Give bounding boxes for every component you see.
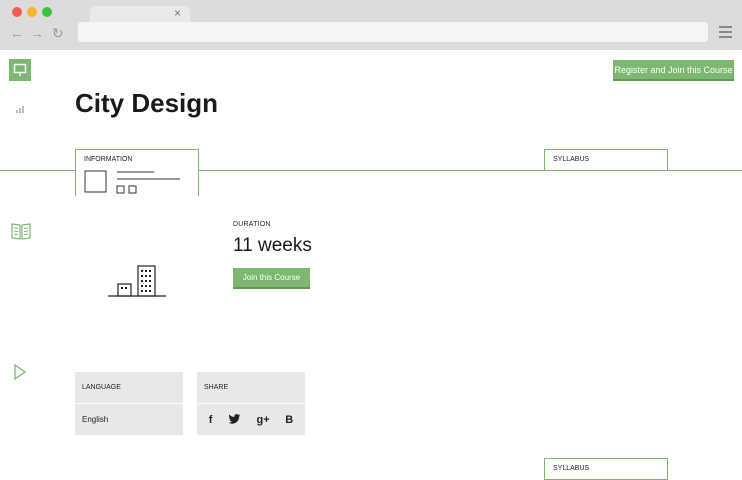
- tab-syllabus-bottom-label: SYLLABUS: [553, 465, 590, 472]
- address-bar[interactable]: [78, 22, 708, 42]
- back-arrow-icon[interactable]: ←: [10, 26, 24, 40]
- city-building-icon: [108, 265, 166, 297]
- register-join-button[interactable]: Register and Join this Course: [613, 60, 734, 81]
- language-value-box: English: [75, 404, 183, 435]
- share-icons-box: f g+ B: [197, 404, 305, 435]
- tab-syllabus-bottom[interactable]: SYLLABUS: [544, 458, 668, 480]
- duration-label: DURATION: [233, 221, 271, 228]
- bar-chart-icon[interactable]: [16, 100, 26, 118]
- share-header: SHARE: [197, 372, 305, 403]
- tab-information-label: INFORMATION: [84, 156, 133, 163]
- close-window-button[interactable]: [12, 7, 22, 17]
- tab-information[interactable]: INFORMATION: [75, 149, 199, 196]
- twitter-icon[interactable]: [228, 414, 241, 425]
- tab-syllabus[interactable]: SYLLABUS: [544, 149, 668, 171]
- google-plus-icon[interactable]: g+: [257, 414, 270, 426]
- page-title: City Design: [75, 88, 219, 118]
- tab-syllabus-label: SYLLABUS: [553, 156, 590, 163]
- course-page: Register and Join this Course City Desig…: [0, 50, 742, 480]
- info-thumbnail-icon: [84, 170, 180, 194]
- maximize-window-button[interactable]: [42, 7, 52, 17]
- minimize-window-button[interactable]: [27, 7, 37, 17]
- presentation-icon: [13, 63, 27, 76]
- language-value: English: [82, 415, 109, 424]
- behance-icon[interactable]: B: [285, 414, 293, 426]
- browser-chrome: × ← → ↻: [0, 0, 742, 50]
- language-header: LANGUAGE: [75, 372, 183, 403]
- site-logo[interactable]: [9, 59, 31, 81]
- language-label: LANGUAGE: [82, 384, 121, 391]
- share-label: SHARE: [204, 384, 229, 391]
- duration-value: 11 weeks: [233, 235, 312, 256]
- menu-icon[interactable]: [719, 26, 732, 38]
- play-icon[interactable]: [13, 363, 27, 386]
- forward-arrow-icon[interactable]: →: [30, 26, 44, 40]
- tab-close-icon[interactable]: ×: [174, 6, 181, 20]
- book-icon[interactable]: [11, 221, 31, 246]
- reload-icon[interactable]: ↻: [52, 26, 64, 40]
- join-course-button[interactable]: Join this Course: [233, 268, 310, 289]
- facebook-icon[interactable]: f: [209, 414, 213, 426]
